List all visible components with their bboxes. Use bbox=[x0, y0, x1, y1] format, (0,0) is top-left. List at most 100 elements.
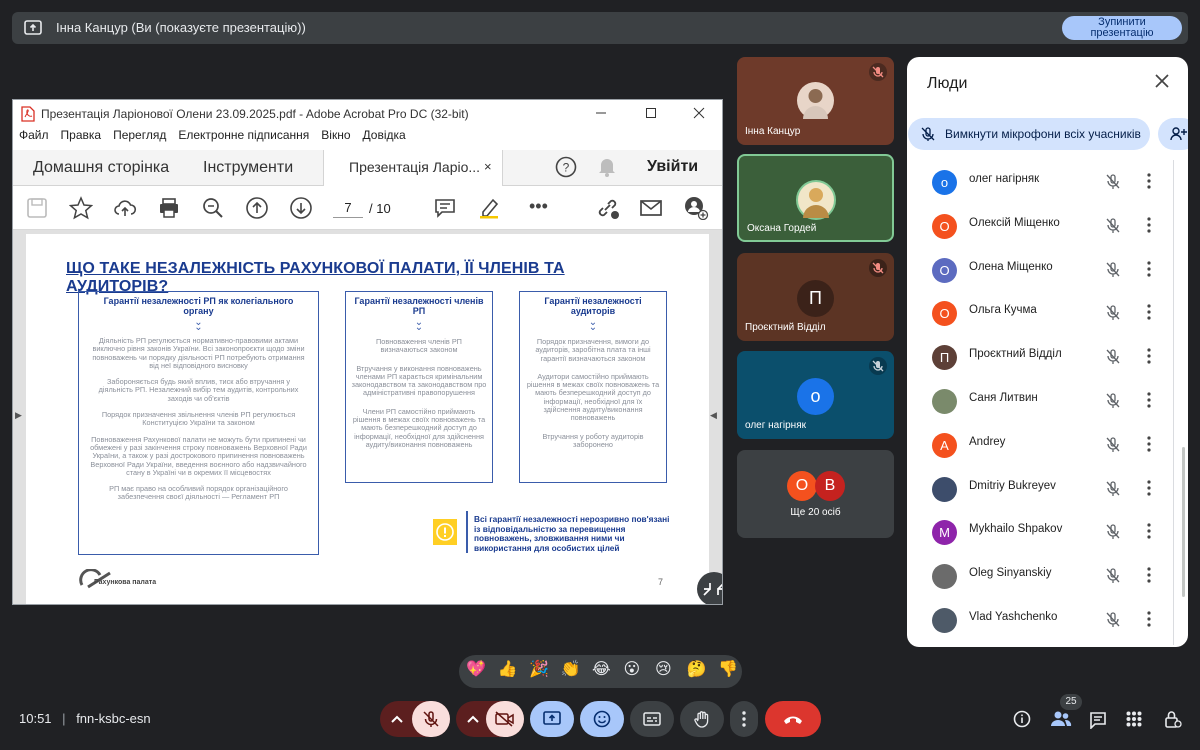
mic-off-icon[interactable] bbox=[1105, 217, 1121, 234]
participant-tile[interactable]: о олег нагірняк bbox=[737, 351, 894, 439]
reaction-emoji[interactable]: 👏 bbox=[561, 659, 581, 679]
mic-off-icon[interactable] bbox=[1105, 173, 1121, 190]
mic-off-icon[interactable] bbox=[1105, 436, 1121, 453]
mic-off-icon[interactable] bbox=[1105, 523, 1121, 540]
participant-tile[interactable]: П Проєктний Відділ bbox=[737, 253, 894, 341]
reactions-button[interactable] bbox=[580, 701, 624, 737]
add-people-button[interactable] bbox=[1158, 118, 1188, 150]
list-scrollbar-thumb[interactable] bbox=[1182, 447, 1185, 597]
tab-home[interactable]: Домашня сторінка bbox=[33, 150, 169, 186]
raise-hand-button[interactable] bbox=[680, 701, 724, 737]
sign-in-button[interactable]: Увійти bbox=[647, 158, 698, 176]
reaction-emoji[interactable]: 🤔 bbox=[687, 659, 707, 679]
mic-off-icon[interactable] bbox=[1105, 348, 1121, 365]
help-icon[interactable]: ? bbox=[555, 156, 577, 178]
camera-toggle-button[interactable] bbox=[486, 701, 524, 737]
zoom-search-icon[interactable] bbox=[201, 196, 227, 220]
share-link-icon[interactable] bbox=[595, 196, 621, 220]
mic-off-icon[interactable] bbox=[1105, 611, 1121, 628]
mic-options-chevron-up-icon[interactable] bbox=[390, 713, 404, 725]
participant-row[interactable]: П Проєктний Відділ bbox=[907, 335, 1177, 379]
leave-call-button[interactable] bbox=[765, 701, 821, 737]
participant-tile-speaking[interactable]: Оксана Гордей bbox=[737, 154, 894, 242]
bell-icon[interactable] bbox=[597, 156, 617, 178]
close-icon[interactable] bbox=[1155, 74, 1169, 88]
menu-window[interactable]: Вікно bbox=[321, 128, 350, 142]
mic-toggle-button[interactable] bbox=[412, 701, 450, 737]
more-options-button[interactable] bbox=[730, 701, 758, 737]
mic-off-icon[interactable] bbox=[1105, 567, 1121, 584]
bookmark-star-icon[interactable] bbox=[69, 196, 95, 220]
reaction-emoji[interactable]: 😢 bbox=[655, 659, 672, 679]
cloud-upload-icon[interactable] bbox=[113, 196, 139, 220]
left-panel-toggle-icon[interactable]: ▶ bbox=[15, 410, 22, 421]
more-vert-icon[interactable] bbox=[1147, 611, 1151, 627]
participant-tile[interactable]: Інна Канцур bbox=[737, 57, 894, 145]
right-panel-toggle-icon[interactable]: ◀ bbox=[710, 410, 717, 421]
more-vert-icon[interactable] bbox=[1147, 523, 1151, 539]
tab-document[interactable]: Презентація Ларіо... × bbox=[323, 150, 503, 186]
more-vert-icon[interactable] bbox=[1147, 436, 1151, 452]
mic-off-icon[interactable] bbox=[1105, 480, 1121, 497]
people-icon[interactable] bbox=[1050, 710, 1072, 728]
reaction-emoji[interactable]: 😮 bbox=[624, 659, 641, 679]
participant-row[interactable]: О Олена Міщенко bbox=[907, 248, 1177, 292]
menu-help[interactable]: Довідка bbox=[363, 128, 406, 142]
more-vert-icon[interactable] bbox=[1147, 567, 1151, 583]
reaction-emoji[interactable]: 🎉 bbox=[529, 659, 549, 679]
more-vert-icon[interactable] bbox=[1147, 392, 1151, 408]
meeting-details-info-icon[interactable] bbox=[1013, 710, 1031, 728]
reaction-emoji[interactable]: 👍 bbox=[498, 659, 518, 679]
activities-grid-icon[interactable] bbox=[1126, 711, 1142, 727]
participant-row[interactable]: M Mykhailo Shpakov bbox=[907, 510, 1177, 554]
menu-file[interactable]: Файл bbox=[19, 128, 49, 142]
maximize-icon[interactable] bbox=[645, 107, 657, 119]
more-vert-icon[interactable] bbox=[1147, 260, 1151, 277]
mic-off-icon[interactable] bbox=[1105, 261, 1121, 278]
reaction-emoji[interactable]: 👎 bbox=[718, 659, 738, 679]
email-icon[interactable] bbox=[639, 196, 665, 220]
more-tools-icon[interactable]: ••• bbox=[529, 196, 555, 220]
participant-row[interactable]: Dmitriy Bukreyev bbox=[907, 467, 1177, 511]
more-vert-icon[interactable] bbox=[1147, 479, 1151, 496]
more-vert-icon[interactable] bbox=[1147, 173, 1151, 189]
minimize-icon[interactable] bbox=[595, 107, 607, 119]
menu-sign[interactable]: Електронне підписання bbox=[178, 128, 309, 142]
more-participants-tile[interactable]: О В Ще 20 осіб bbox=[737, 450, 894, 538]
add-user-icon[interactable] bbox=[683, 196, 709, 220]
next-page-icon[interactable] bbox=[289, 196, 315, 220]
close-tab-icon[interactable]: × bbox=[484, 159, 492, 174]
participant-row[interactable]: A Andrey bbox=[907, 423, 1177, 467]
more-vert-icon[interactable] bbox=[1147, 348, 1151, 364]
reaction-emoji[interactable]: 💖 bbox=[466, 659, 486, 679]
present-now-button[interactable] bbox=[530, 701, 574, 737]
exit-fullscreen-button[interactable] bbox=[697, 572, 722, 604]
stop-presenting-button[interactable]: Зупинити презентацію bbox=[1062, 16, 1182, 40]
print-icon[interactable] bbox=[157, 196, 183, 220]
participant-row[interactable]: Саня Литвин bbox=[907, 379, 1177, 423]
participant-row[interactable]: о олег нагірняк bbox=[907, 160, 1177, 204]
previous-page-icon[interactable] bbox=[245, 196, 271, 220]
mic-off-icon[interactable] bbox=[1105, 392, 1121, 409]
close-icon[interactable] bbox=[693, 107, 705, 119]
menu-edit[interactable]: Правка bbox=[61, 128, 102, 142]
tab-tools[interactable]: Інструменти bbox=[203, 150, 293, 186]
menu-view[interactable]: Перегляд bbox=[113, 128, 166, 142]
page-number-input[interactable]: 7 bbox=[333, 198, 363, 218]
save-icon[interactable] bbox=[25, 196, 51, 220]
chat-icon[interactable] bbox=[1089, 711, 1107, 729]
host-controls-lock-icon[interactable] bbox=[1164, 710, 1182, 728]
participant-row[interactable]: Oleg Sinyanskiy bbox=[907, 554, 1177, 598]
participant-row[interactable]: О Олексій Міщенко bbox=[907, 204, 1177, 248]
participant-row[interactable]: Vlad Yashchenko bbox=[907, 598, 1177, 642]
camera-options-chevron-up-icon[interactable] bbox=[466, 713, 480, 725]
mute-all-button[interactable]: Вимкнути мікрофони всіх учасників bbox=[908, 118, 1150, 150]
comment-icon[interactable] bbox=[433, 196, 459, 220]
mic-off-icon[interactable] bbox=[1105, 304, 1121, 321]
reaction-emoji[interactable]: 😂 bbox=[592, 659, 611, 679]
more-vert-icon[interactable] bbox=[1147, 304, 1151, 320]
captions-button[interactable] bbox=[630, 701, 674, 737]
more-vert-icon[interactable] bbox=[1147, 217, 1151, 233]
highlight-pen-icon[interactable] bbox=[477, 196, 503, 220]
participant-row[interactable]: О Ольга Кучма bbox=[907, 291, 1177, 335]
